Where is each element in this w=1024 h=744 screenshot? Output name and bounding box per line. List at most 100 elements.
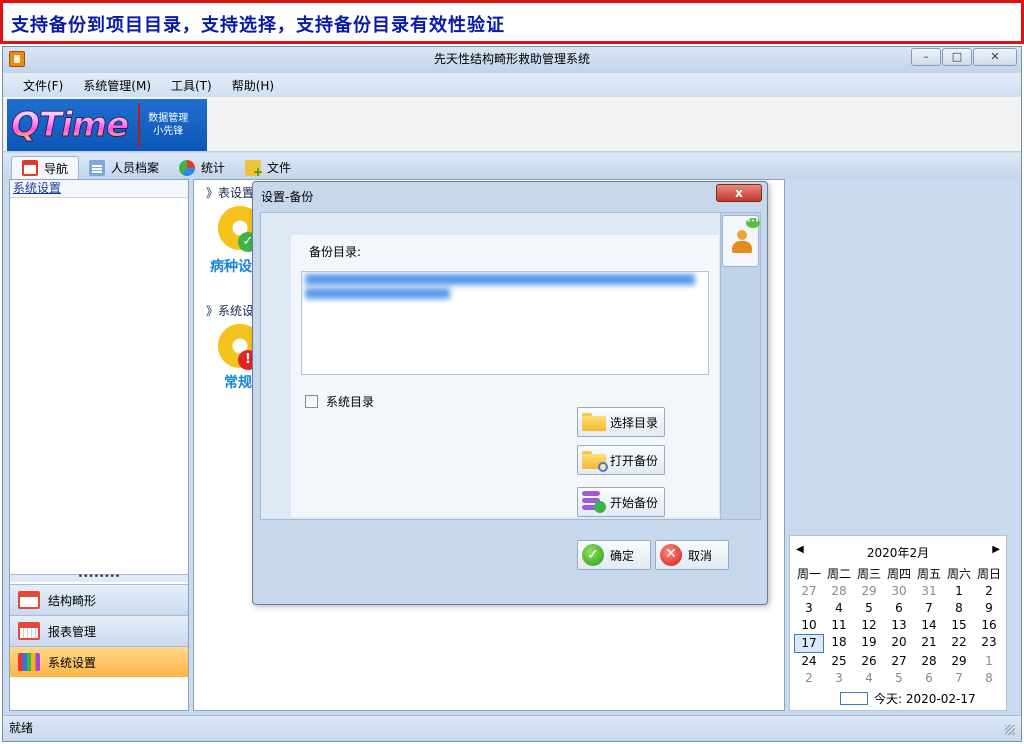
dialog-close-button[interactable]: x [716, 184, 762, 202]
calendar-weekday: 周六 [946, 567, 971, 581]
calendar-day[interactable]: 21 [914, 634, 944, 653]
calendar-day[interactable]: 22 [944, 634, 974, 653]
calendar-day[interactable]: 28 [914, 653, 944, 670]
calendar-day[interactable]: 3 [824, 670, 854, 687]
user-side-tab[interactable]: ••• [722, 215, 760, 267]
maximize-button[interactable]: □ [942, 48, 972, 66]
backup-path-line [305, 288, 450, 299]
dialog-side-strip: ••• [720, 213, 760, 519]
calendar-day[interactable]: 5 [884, 670, 914, 687]
disease-settings-link[interactable]: 病种设 [210, 256, 252, 276]
tab-statistics[interactable]: 统计 [169, 156, 235, 179]
calendar-day[interactable]: 10 [794, 617, 824, 634]
calendar-day[interactable]: 18 [824, 634, 854, 653]
calendar-day[interactable]: 28 [824, 583, 854, 600]
calendar-day[interactable]: 4 [824, 600, 854, 617]
nav-button-label: 系统设置 [48, 655, 97, 670]
left-panel: 系统设置 •••••••• 结构畸形 报表管理 系统设置 [9, 179, 189, 711]
general-settings-link[interactable]: 常规 [224, 372, 252, 392]
calendar-day[interactable]: 9 [974, 600, 1004, 617]
calendar-day[interactable]: 31 [914, 583, 944, 600]
menu-help[interactable]: 帮助(H) [222, 75, 284, 96]
select-dir-button[interactable]: 选择目录 [577, 407, 665, 437]
calendar-header: ◀ 2020年2月 ▶ [790, 544, 1006, 560]
menu-tools[interactable]: 工具(T) [161, 75, 222, 96]
close-button[interactable]: ✕ [973, 48, 1017, 66]
ribbon-area: QTime 数据管理 小先锋 [3, 97, 1021, 152]
system-dir-option[interactable]: 系统目录 [305, 393, 374, 410]
start-backup-button[interactable]: 开始备份 [577, 487, 665, 517]
calendar-day[interactable]: 30 [884, 583, 914, 600]
calendar-day[interactable]: 5 [854, 600, 884, 617]
calendar-day[interactable]: 29 [944, 653, 974, 670]
tab-navigation[interactable]: 导航 [11, 156, 80, 179]
calendar-day[interactable]: 2 [974, 583, 1004, 600]
calendar-day[interactable]: 24 [794, 653, 824, 670]
calendar-day[interactable]: 27 [794, 583, 824, 600]
backup-settings-dialog: 设置-备份 x 备份目录: 系统目录 选择目录 打开备份 开始备份 ••• ✓ … [252, 181, 768, 605]
prev-month-icon[interactable]: ◀ [796, 544, 804, 555]
logo-subtitle-line2: 小先锋 [153, 126, 184, 137]
menu-system-management[interactable]: 系统管理(M) [73, 75, 161, 96]
calendar-day[interactable]: 19 [854, 634, 884, 653]
calendar-today[interactable]: 今天: 2020-02-17 [840, 690, 976, 707]
nav-button-structural-malformation[interactable]: 结构畸形 [10, 584, 188, 615]
person-list-icon [89, 159, 106, 176]
calendar-day[interactable]: 20 [884, 634, 914, 653]
calendar-day[interactable]: 11 [824, 617, 854, 634]
menu-file[interactable]: 文件(F) [13, 75, 73, 96]
ok-button[interactable]: ✓ 确定 [577, 540, 651, 570]
report-icon [18, 622, 40, 640]
calendar-day[interactable]: 2 [794, 670, 824, 687]
tab-person-records[interactable]: 人员档案 [79, 156, 169, 179]
system-dir-checkbox[interactable] [305, 395, 318, 408]
calendar-day[interactable]: 27 [884, 653, 914, 670]
calendar-day[interactable]: 23 [974, 634, 1004, 653]
button-label: 开始备份 [610, 495, 659, 510]
backup-dir-textarea[interactable] [301, 271, 709, 375]
logo-subtitle-line1: 数据管理 [148, 113, 189, 124]
calendar-day[interactable]: 7 [914, 600, 944, 617]
calendar-grid: 周一 周二 周三 周四 周五 周六 周日 27 28 29 30 31 1 2 3 4 5 6 7 8 9 10 11 12 1… [794, 566, 1004, 687]
section-table-settings-head: 》表设置 [206, 186, 255, 200]
app-logo: QTime 数据管理 小先锋 [7, 99, 207, 151]
cancel-button[interactable]: ✕ 取消 [655, 540, 729, 570]
resize-grip-icon[interactable] [1005, 725, 1015, 735]
calendar-day[interactable]: 1 [974, 653, 1004, 670]
calendar-day[interactable]: 15 [944, 617, 974, 634]
calendar-day[interactable]: 12 [854, 617, 884, 634]
tab-label: 导航 [44, 161, 69, 176]
calendar-day[interactable]: 1 [944, 583, 974, 600]
calendar-day[interactable]: 8 [974, 670, 1004, 687]
calendar-day[interactable]: 13 [884, 617, 914, 634]
main-tabs: 导航 人员档案 统计 文件 [3, 153, 1021, 179]
calendar-day[interactable]: 16 [974, 617, 1004, 634]
next-month-icon[interactable]: ▶ [992, 544, 1000, 555]
minimize-button[interactable]: – [911, 48, 941, 66]
calendar-day[interactable]: 25 [824, 653, 854, 670]
cancel-x-icon: ✕ [660, 544, 682, 566]
calendar-day[interactable]: 4 [854, 670, 884, 687]
title-bar: 先天性结构畸形救助管理系统 – □ ✕ [3, 47, 1021, 73]
panel-splitter[interactable]: •••••••• [10, 573, 188, 582]
tab-file[interactable]: 文件 [235, 156, 301, 179]
calendar-day[interactable]: 26 [854, 653, 884, 670]
calendar-day[interactable]: 8 [944, 600, 974, 617]
button-label: 取消 [688, 548, 713, 563]
calendar-day[interactable]: 7 [944, 670, 974, 687]
calendar-day[interactable]: 6 [914, 670, 944, 687]
logo-word: QTime [7, 105, 129, 146]
folder-search-icon [582, 451, 608, 472]
calendar-day[interactable]: 17 [794, 634, 824, 653]
nav-button-report-management[interactable]: 报表管理 [10, 615, 188, 646]
feature-banner: 支持备份到项目目录，支持选择，支持备份目录有效性验证 [0, 0, 1024, 44]
calendar-day[interactable]: 14 [914, 617, 944, 634]
calendar-day[interactable]: 6 [884, 600, 914, 617]
calendar-day[interactable]: 3 [794, 600, 824, 617]
button-label: 确定 [610, 548, 635, 563]
calendar-day[interactable]: 29 [854, 583, 884, 600]
nav-button-system-settings[interactable]: 系统设置 [10, 646, 188, 677]
left-panel-header[interactable]: 系统设置 [10, 180, 188, 198]
today-marker-icon [840, 692, 868, 705]
open-backup-button[interactable]: 打开备份 [577, 445, 665, 475]
